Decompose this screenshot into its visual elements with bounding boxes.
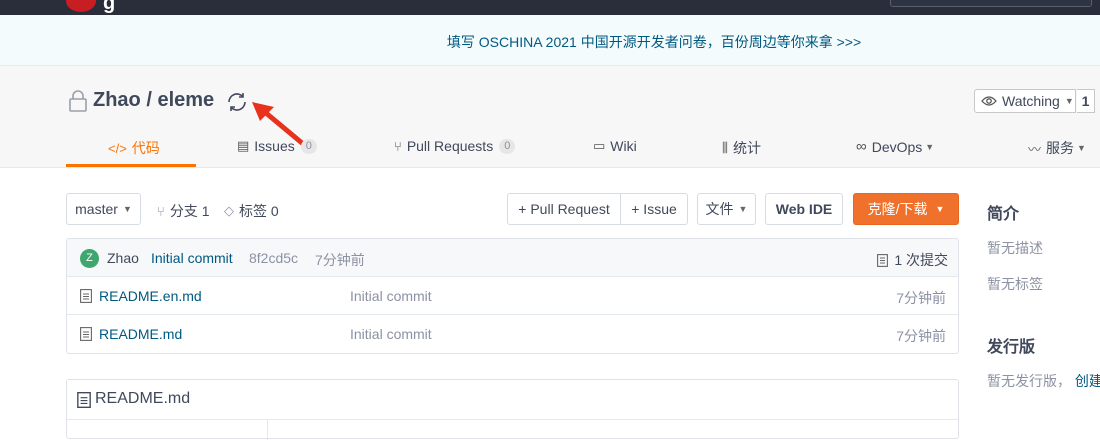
- commit-count-label: 1 次提交: [894, 252, 948, 268]
- avatar[interactable]: Z: [80, 249, 99, 268]
- tab-wiki[interactable]: ▭ Wiki: [593, 138, 637, 154]
- branch-label: master: [75, 201, 118, 217]
- tags-link[interactable]: ◇ 标签 0: [224, 201, 279, 221]
- branches-label: 分支 1: [169, 203, 210, 219]
- banner-link[interactable]: 填写 OSCHINA 2021 中国开源开发者问卷，百份周边等你来拿 >>>: [0, 32, 1100, 52]
- code-icon: </>: [108, 140, 127, 156]
- file-commit-time: 7分钟前: [896, 328, 946, 344]
- tag-icon: ◇: [224, 203, 234, 218]
- chevron-down-icon: ▼: [1064, 96, 1074, 106]
- sync-icon[interactable]: [225, 90, 249, 114]
- lock-icon: [69, 90, 87, 112]
- tab-service-label: 服务: [1046, 140, 1075, 156]
- latest-commit-row: Z Zhao Initial commit 8f2cd5c 7分钟前 1 次提交: [67, 239, 958, 277]
- tab-wiki-label: Wiki: [610, 138, 637, 154]
- branch-select[interactable]: master ▼: [66, 193, 141, 225]
- tab-stats-label: 统计: [732, 140, 761, 156]
- chevron-down-icon: ▼: [738, 204, 748, 214]
- readme-toc-divider: [267, 420, 268, 440]
- tab-issues-badge: 0: [300, 138, 317, 154]
- repo-tabs: </> 代码 ▤ Issues 0 ⑂ Pull Requests 0 ▭ Wi…: [0, 128, 1100, 167]
- table-row: README.en.md Initial commit 7分钟前: [67, 277, 958, 315]
- chevron-down-icon: ▼: [1077, 143, 1086, 153]
- tab-code[interactable]: </> 代码: [108, 138, 160, 158]
- tags-label: 标签 0: [239, 203, 279, 219]
- watch-label: Watching: [1002, 93, 1060, 109]
- intro-heading: 简介: [987, 206, 1020, 223]
- branch-icon: ⑂: [157, 203, 165, 219]
- active-tab-indicator: [66, 164, 196, 167]
- commit-sha[interactable]: 8f2cd5c: [249, 250, 298, 266]
- file-name-link[interactable]: README.md: [99, 326, 182, 342]
- tab-pull-requests[interactable]: ⑂ Pull Requests 0: [394, 138, 516, 154]
- file-label: 文件: [705, 201, 734, 217]
- file-commit-message[interactable]: Initial commit: [350, 288, 432, 304]
- branches-link[interactable]: ⑂ 分支 1: [157, 201, 210, 221]
- commit-history-icon: [877, 253, 889, 267]
- file-commit-message[interactable]: Initial commit: [350, 326, 432, 342]
- wiki-icon: ▭: [593, 138, 606, 153]
- file-name-link[interactable]: README.en.md: [99, 288, 202, 304]
- readme-file-icon: [77, 392, 91, 408]
- issues-icon: ▤: [237, 138, 250, 153]
- service-icon: 〰: [1028, 141, 1042, 157]
- search-input[interactable]: [890, 0, 1092, 7]
- file-dropdown-button[interactable]: 文件 ▼: [697, 193, 756, 225]
- commit-count-link[interactable]: 1 次提交: [877, 250, 948, 270]
- repo-title[interactable]: Zhao / eleme: [93, 89, 214, 112]
- no-description-text: 暂无描述: [987, 240, 1043, 256]
- table-row: README.md Initial commit 7分钟前: [67, 315, 958, 353]
- watch-count[interactable]: 1: [1077, 89, 1095, 113]
- tab-stats[interactable]: ⫼ 统计: [722, 138, 761, 158]
- file-list: Z Zhao Initial commit 8f2cd5c 7分钟前 1 次提交…: [66, 238, 959, 354]
- readme-header: README.md: [67, 380, 958, 420]
- announcement-banner: 填写 OSCHINA 2021 中国开源开发者问卷，百份周边等你来拿 >>>: [0, 15, 1100, 66]
- gitee-logo[interactable]: [66, 0, 96, 12]
- watch-button[interactable]: Watching ▼: [974, 89, 1076, 113]
- devops-icon: ∞: [856, 138, 867, 155]
- tab-issues-label: Issues: [254, 138, 295, 154]
- tab-service[interactable]: 〰 服务 ▼: [1028, 138, 1086, 158]
- release-heading: 发行版: [987, 339, 1036, 356]
- new-issue-button[interactable]: + Issue: [620, 193, 688, 225]
- tab-devops[interactable]: ∞ DevOps ▼: [856, 138, 934, 155]
- commit-time: 7分钟前: [315, 252, 365, 268]
- tab-devops-label: DevOps: [871, 138, 923, 155]
- release-info: 暂无发行版， 创建: [987, 371, 1100, 391]
- file-icon: [80, 327, 92, 341]
- tab-pull-requests-label: Pull Requests: [406, 138, 494, 154]
- clone-label: 克隆/下载: [867, 201, 928, 217]
- chevron-down-icon: ▼: [935, 204, 945, 214]
- chevron-down-icon: ▼: [122, 204, 132, 214]
- readme-title: README.md: [95, 390, 191, 407]
- file-icon: [80, 289, 92, 303]
- create-release-link[interactable]: 创建: [1075, 373, 1100, 389]
- web-ide-button[interactable]: Web IDE: [765, 193, 843, 225]
- commit-message[interactable]: Initial commit: [151, 250, 233, 266]
- no-tags-text: 暂无标签: [987, 276, 1043, 292]
- readme-panel: README.md: [66, 379, 959, 440]
- chevron-down-icon: ▼: [925, 141, 935, 152]
- top-navbar: g: [0, 0, 1100, 15]
- tab-pull-requests-badge: 0: [499, 138, 516, 154]
- tab-code-label: 代码: [131, 140, 160, 156]
- pull-request-icon: ⑂: [394, 138, 402, 154]
- stats-icon: ⫼: [722, 140, 728, 155]
- new-pull-request-button[interactable]: + Pull Request: [507, 193, 621, 225]
- tab-issues[interactable]: ▤ Issues 0: [237, 138, 317, 154]
- eye-icon: [981, 96, 997, 106]
- gitee-logo-text: g: [103, 0, 116, 14]
- file-commit-time: 7分钟前: [896, 290, 946, 306]
- commit-author[interactable]: Zhao: [107, 250, 139, 266]
- clone-download-button[interactable]: 克隆/下载 ▼: [853, 193, 959, 225]
- no-release-text: 暂无发行版，: [987, 373, 1071, 389]
